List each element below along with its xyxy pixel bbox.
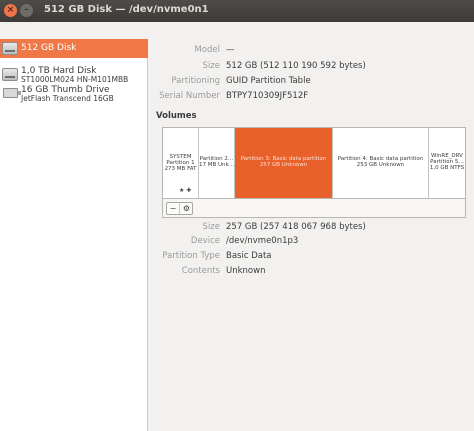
type-value: Basic Data	[226, 251, 272, 261]
partitioning-label: Partitioning	[171, 76, 220, 86]
device-label: Device	[190, 236, 220, 246]
drive-model: ST1000LM024 HN-M101MBB	[21, 75, 129, 84]
partitioning-value: GUID Partition Table	[226, 76, 311, 86]
drive-item-512gb-disk[interactable]: 512 GB Disk	[0, 39, 148, 58]
serial-label: Serial Number	[159, 91, 220, 101]
hard-disk-icon	[2, 42, 18, 55]
contents-label: Contents	[181, 266, 220, 276]
partition-size: 17 MB Unk…	[199, 162, 234, 168]
type-label: Partition Type	[162, 251, 220, 261]
title-bar: × – 512 GB Disk — /dev/nvme0n1	[0, 0, 474, 22]
contents-value: Unknown	[226, 266, 266, 276]
gears-icon[interactable]: ⚙	[180, 203, 193, 214]
usb-drive-icon	[3, 88, 21, 98]
serial-value: BTPY710309JF512F	[226, 91, 309, 101]
size-label: Size	[202, 61, 220, 71]
partition-5-winre[interactable]: WinRE_DRV Partition 5… 1,0 GB NTFS	[429, 128, 465, 198]
hard-disk-icon	[2, 68, 18, 81]
partition-size: 273 MB FAT	[164, 166, 197, 172]
close-icon[interactable]: ×	[4, 4, 17, 17]
drive-model: JetFlash Transcend 16GB	[21, 94, 114, 103]
size-label: Size	[202, 222, 220, 232]
size-value: 257 GB (257 418 067 968 bytes)	[226, 222, 366, 232]
partition-size: 257 GB Unknown	[259, 162, 308, 168]
window-title: 512 GB Disk — /dev/nvme0n1	[44, 4, 209, 15]
volume-map: SYSTEM Partition 1 273 MB FAT ★ ✚ Partit…	[162, 127, 466, 199]
drive-item-16gb-thumb-drive[interactable]: 16 GB Thumb Drive JetFlash Transcend 16G…	[0, 84, 148, 103]
device-value: /dev/nvme0n1p3	[226, 236, 299, 246]
model-label: Model	[194, 45, 220, 55]
drive-item-1tb-hard-disk[interactable]: 1,0 TB Hard Disk ST1000LM024 HN-M101MBB	[0, 65, 148, 84]
drive-list: 512 GB Disk 1,0 TB Hard Disk ST1000LM024…	[0, 39, 148, 431]
partition-2[interactable]: Partition 2… 17 MB Unk…	[199, 128, 235, 198]
volume-toolbar: − ⚙	[162, 199, 466, 218]
partition-size: 253 GB Unknown	[356, 162, 405, 168]
partition-4[interactable]: Partition 4: Basic data partition 253 GB…	[333, 128, 429, 198]
volume-actions: − ⚙	[166, 202, 193, 215]
volumes-heading: Volumes	[156, 111, 197, 121]
size-value: 512 GB (512 110 190 592 bytes)	[226, 61, 366, 71]
partition-3-selected[interactable]: Partition 3: Basic data partition 257 GB…	[235, 128, 333, 198]
partition-1-system[interactable]: SYSTEM Partition 1 273 MB FAT ★ ✚	[163, 128, 199, 198]
model-value: —	[226, 45, 235, 55]
delete-partition-icon[interactable]: −	[167, 203, 180, 214]
boot-star-icon: ★ ✚	[179, 187, 192, 194]
partition-size: 1,0 GB NTFS	[429, 165, 465, 171]
drive-name: 512 GB Disk	[21, 43, 77, 53]
minimize-icon[interactable]: –	[20, 4, 33, 17]
